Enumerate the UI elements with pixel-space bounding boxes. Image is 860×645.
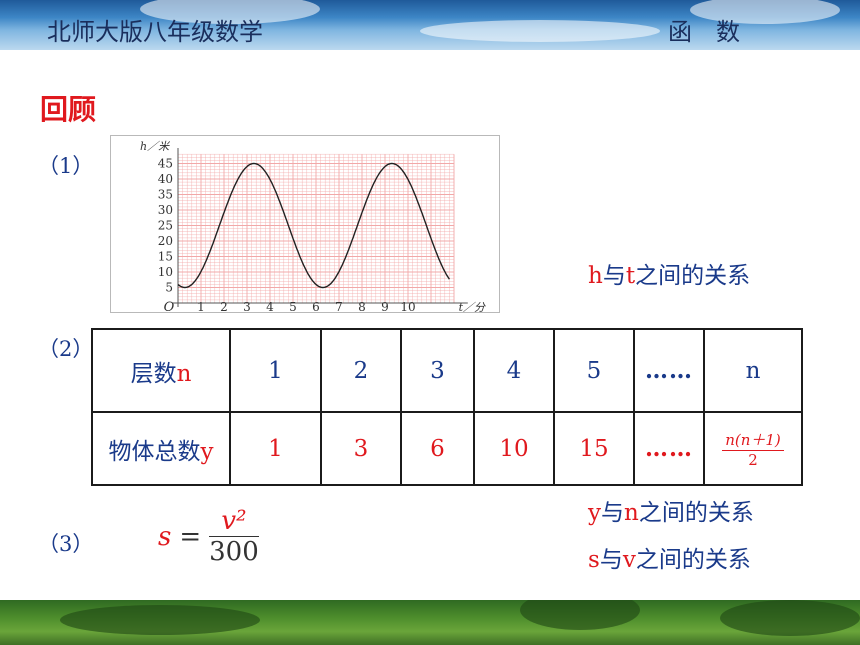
data-table: 层数n 1 2 3 4 5 …… n 物体总数y 1 3 6 10 15 …… … [91, 328, 803, 486]
header-banner: 北师大版八年级数学 函 数 [0, 0, 860, 50]
relation-var: s [588, 547, 600, 573]
table-cell: 1 [229, 328, 322, 413]
formula-fraction: v² 300 [209, 506, 259, 567]
x-tick-label: 9 [381, 300, 389, 314]
x-tick-label: 4 [266, 300, 274, 314]
relation-var: y [588, 500, 601, 526]
relation-connector: 与 [601, 500, 624, 526]
item-3-label: （3） [38, 532, 94, 556]
origin-label: O [164, 300, 175, 314]
x-tick-label: 8 [358, 300, 366, 314]
y-tick-label: 25 [158, 219, 173, 233]
relation-connector: 与 [602, 263, 626, 289]
table-cell: 15 [553, 411, 635, 486]
tree-decoration [720, 600, 860, 636]
x-tick-label: 2 [220, 300, 228, 314]
table-row: 物体总数y 1 3 6 10 15 …… n(n＋1) 2 [91, 411, 803, 486]
relation-var: h [588, 263, 603, 289]
y-tick-label: 45 [158, 157, 173, 171]
formula-s-v: s = v² 300 [158, 506, 259, 567]
formula-numerator: v² [209, 506, 259, 537]
row-header-layers: 层数n [91, 328, 231, 413]
relation-tail: 之间的关系 [638, 500, 754, 526]
tree-decoration [520, 600, 640, 630]
relation-s-v: s与v之间的关系 [588, 540, 751, 574]
table-cell: 2 [320, 328, 402, 413]
table-row: 层数n 1 2 3 4 5 …… n [91, 328, 803, 413]
y-tick-label: 5 [165, 281, 173, 295]
table-cell: 4 [473, 328, 555, 413]
x-tick-label: 7 [335, 300, 343, 314]
item-2-label: （2） [38, 337, 94, 361]
chart-svg: 510152025303540451 2 3 4 5 6 7 8 9 10Oh／米t／分 [140, 140, 486, 315]
table-cell-ellipsis: …… [633, 411, 705, 486]
table-cell: 6 [400, 411, 475, 486]
row-header-total: 物体总数y [91, 411, 231, 486]
formula-equals: = [179, 521, 202, 552]
item-1-label: （1） [38, 154, 94, 178]
topic-title: 函 数 [668, 18, 740, 46]
y-tick-label: 30 [158, 203, 173, 217]
relation-tail: 之间的关系 [635, 547, 751, 573]
relation-var: v [622, 547, 636, 573]
table-cell: 3 [400, 328, 475, 413]
tree-decoration [60, 605, 260, 635]
relation-tail: 之间的关系 [635, 263, 751, 289]
y-tick-label: 35 [158, 188, 173, 202]
table-cell: 3 [320, 411, 402, 486]
relation-h-t: h与t之间的关系 [588, 256, 750, 290]
relation-var: t [625, 263, 636, 289]
table-cell: 1 [229, 411, 322, 486]
footer-banner [0, 600, 860, 645]
y-tick-label: 40 [158, 172, 173, 186]
x-tick-label: 5 [289, 300, 297, 314]
y-tick-label: 20 [158, 234, 173, 248]
x-tick-label: 6 [312, 300, 320, 314]
x-axis-label: t／分 [459, 301, 486, 314]
x-tick-label: 1 [197, 300, 205, 314]
table-cell-ellipsis: …… [633, 328, 705, 413]
y-axis-label: h／米 [140, 140, 170, 153]
relation-connector: 与 [599, 547, 623, 573]
table-cell: n [703, 328, 803, 413]
relation-var: n [624, 500, 639, 526]
cloud-decoration [420, 20, 660, 42]
height-time-graph: 5 10 15 20 25 30 35 40 45 1 2 3 4 5 6 7 8 9 10 Oh／米 t／分 [110, 135, 500, 315]
table-cell-formula: n(n＋1) 2 [703, 411, 803, 486]
relation-y-n: y与n之间的关系 [588, 493, 754, 527]
x-tick-label: 3 [243, 300, 251, 314]
section-title: 回顾 [40, 93, 97, 126]
y-tick-label: 15 [158, 250, 173, 264]
formula-denominator: 300 [209, 537, 259, 567]
y-tick-label: 10 [158, 265, 173, 279]
course-title: 北师大版八年级数学 [47, 18, 263, 46]
x-tick-label: 10 [400, 300, 415, 314]
table-cell: 5 [553, 328, 635, 413]
table-cell: 10 [473, 411, 555, 486]
formula-lhs: s [158, 521, 172, 552]
